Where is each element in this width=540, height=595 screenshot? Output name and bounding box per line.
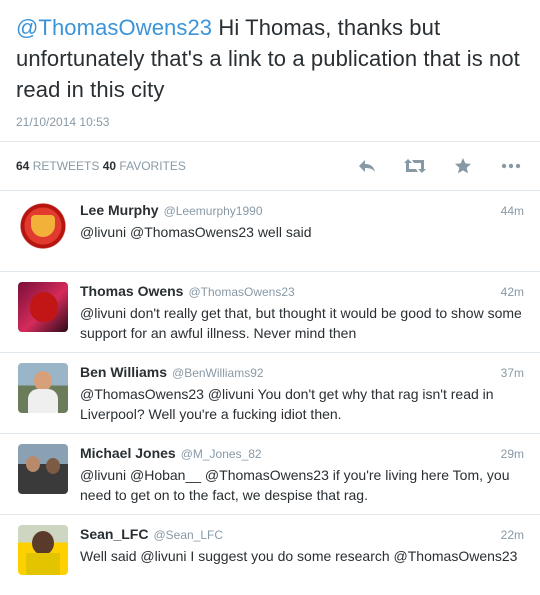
reply-item[interactable]: Lee Murphy @Leemurphy1990 44m @livuni @T… xyxy=(0,191,540,272)
retweet-icon xyxy=(404,159,426,173)
user-handle[interactable]: @Leemurphy1990 xyxy=(164,202,263,220)
main-tweet: @ThomasOwens23 Hi Thomas, thanks but unf… xyxy=(0,0,540,129)
reply-header: Ben Williams @BenWilliams92 37m xyxy=(80,363,524,382)
avatar[interactable] xyxy=(18,282,68,332)
favorites-count[interactable]: 40 xyxy=(103,159,116,173)
reply-time[interactable]: 22m xyxy=(501,526,524,544)
retweets-count[interactable]: 64 xyxy=(16,159,29,173)
reply-text: @ThomasOwens23 @livuni You don't get why… xyxy=(80,386,494,422)
reply-text: @livuni @Hoban__ @ThomasOwens23 if you'r… xyxy=(80,467,510,503)
user-name[interactable]: Lee Murphy xyxy=(80,201,159,219)
avatar-figure xyxy=(28,389,58,413)
more-icon xyxy=(501,163,521,169)
avatar-figure xyxy=(32,531,54,555)
reply-icon xyxy=(359,160,375,172)
reply-item[interactable]: Sean_LFC @Sean_LFC 22m Well said @livuni… xyxy=(0,515,540,595)
reply-body: Thomas Owens @ThomasOwens23 42m @livuni … xyxy=(80,282,524,342)
reply-body: Sean_LFC @Sean_LFC 22m Well said @livuni… xyxy=(80,525,524,585)
user-name[interactable]: Thomas Owens xyxy=(80,282,183,300)
avatar-figure xyxy=(26,553,60,575)
avatar[interactable] xyxy=(18,444,68,494)
reply-text: @livuni don't really get that, but thoug… xyxy=(80,305,522,341)
reply-body: Lee Murphy @Leemurphy1990 44m @livuni @T… xyxy=(80,201,524,261)
user-handle[interactable]: @Sean_LFC xyxy=(153,526,223,544)
user-name[interactable]: Ben Williams xyxy=(80,363,167,381)
tweet-actions xyxy=(356,156,522,176)
user-handle[interactable]: @ThomasOwens23 xyxy=(188,283,294,301)
reply-button[interactable] xyxy=(356,156,378,176)
favorite-icon xyxy=(455,158,471,174)
tweet-timestamp[interactable]: 21/10/2014 10:53 xyxy=(16,115,524,129)
reply-header: Lee Murphy @Leemurphy1990 44m xyxy=(80,201,524,220)
avatar[interactable] xyxy=(18,201,68,251)
reply-header: Sean_LFC @Sean_LFC 22m xyxy=(80,525,524,544)
reply-time[interactable]: 29m xyxy=(501,445,524,463)
reply-text: Well said @livuni I suggest you do some … xyxy=(80,548,518,564)
user-handle[interactable]: @BenWilliams92 xyxy=(172,364,264,382)
reply-item[interactable]: Michael Jones @M_Jones_82 29m @livuni @H… xyxy=(0,434,540,515)
avatar[interactable] xyxy=(18,363,68,413)
reply-time[interactable]: 44m xyxy=(501,202,524,220)
favorites-label[interactable]: FAVORITES xyxy=(119,159,185,173)
retweet-button[interactable] xyxy=(404,156,426,176)
reply-text: @livuni @ThomasOwens23 well said xyxy=(80,224,312,240)
reply-header: Michael Jones @M_Jones_82 29m xyxy=(80,444,524,463)
tweet-stats-bar: 64 RETWEETS 40 FAVORITES xyxy=(0,142,540,191)
reply-item[interactable]: Ben Williams @BenWilliams92 37m @ThomasO… xyxy=(0,353,540,434)
tweet-text: @ThomasOwens23 Hi Thomas, thanks but unf… xyxy=(16,12,524,105)
user-name[interactable]: Michael Jones xyxy=(80,444,176,462)
avatar-figure xyxy=(30,292,58,322)
tweet-stats: 64 RETWEETS 40 FAVORITES xyxy=(16,159,186,173)
mention-link[interactable]: @ThomasOwens23 xyxy=(16,15,212,40)
avatar-figure xyxy=(34,371,52,391)
reply-header: Thomas Owens @ThomasOwens23 42m xyxy=(80,282,524,301)
avatar-figure xyxy=(46,458,60,474)
reply-time[interactable]: 42m xyxy=(501,283,524,301)
crest-logo xyxy=(31,215,55,237)
reply-body: Ben Williams @BenWilliams92 37m @ThomasO… xyxy=(80,363,524,423)
user-handle[interactable]: @M_Jones_82 xyxy=(181,445,262,463)
user-name[interactable]: Sean_LFC xyxy=(80,525,148,543)
retweets-label[interactable]: RETWEETS xyxy=(33,159,100,173)
more-button[interactable] xyxy=(500,156,522,176)
reply-body: Michael Jones @M_Jones_82 29m @livuni @H… xyxy=(80,444,524,504)
favorite-button[interactable] xyxy=(452,156,474,176)
reply-item[interactable]: Thomas Owens @ThomasOwens23 42m @livuni … xyxy=(0,272,540,353)
reply-time[interactable]: 37m xyxy=(501,364,524,382)
avatar-figure xyxy=(26,456,40,472)
avatar[interactable] xyxy=(18,525,68,575)
